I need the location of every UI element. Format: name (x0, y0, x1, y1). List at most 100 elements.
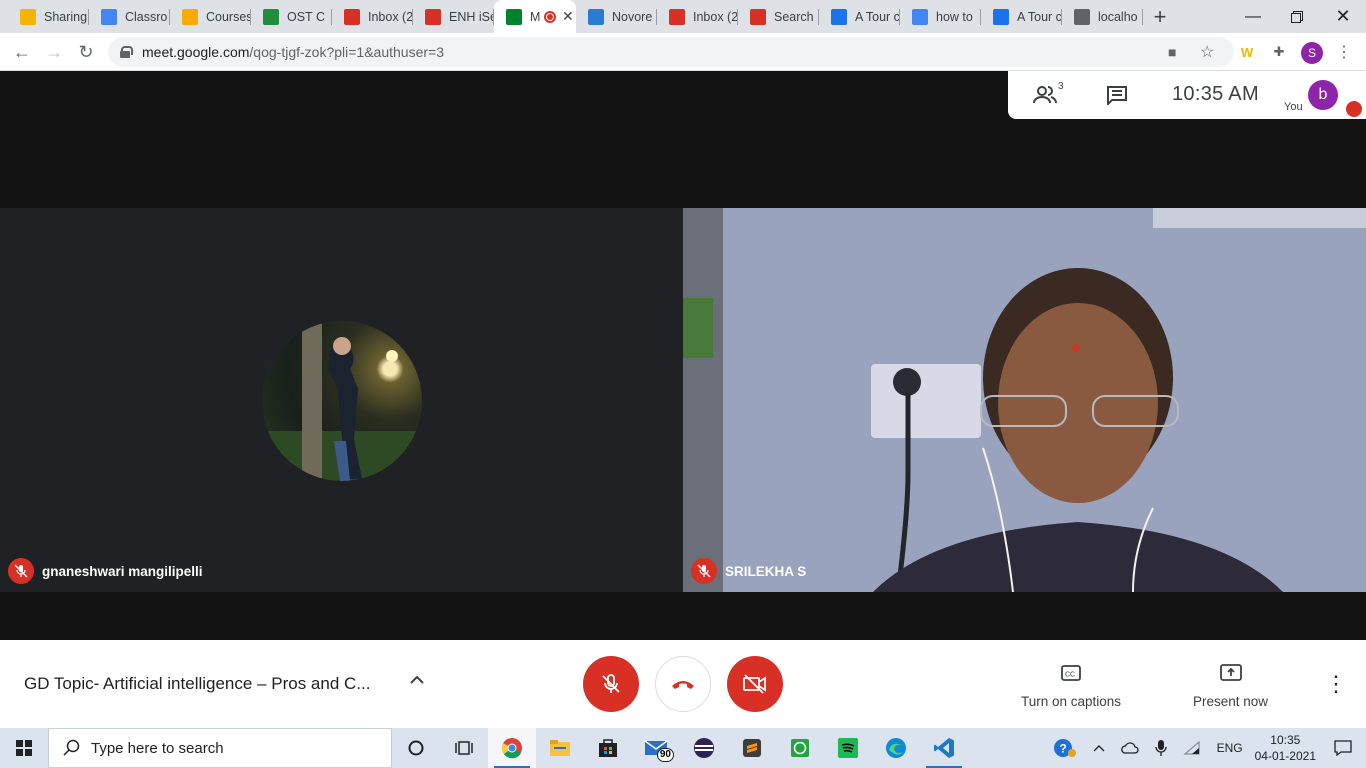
tab-label: Inbox (2 (368, 9, 412, 24)
camera-in-use-icon[interactable]: ■ (1168, 44, 1176, 60)
forward-arrow-icon[interactable]: → (40, 38, 68, 66)
profile-avatar[interactable]: S (1301, 42, 1323, 64)
tab-label: A Tour c (1017, 9, 1061, 24)
windows-start-button[interactable] (0, 728, 48, 768)
onedrive-cloud-icon[interactable] (1120, 742, 1139, 754)
closed-captions-icon: CC (1061, 665, 1081, 681)
taskbar-clock[interactable]: 10:35 04-01-2021 (1255, 732, 1316, 764)
browser-tab[interactable]: M ✕ (494, 0, 576, 33)
restore-button[interactable] (1274, 0, 1320, 33)
participant-video-frame (683, 208, 1366, 592)
close-window-button[interactable]: ✕ (1320, 0, 1366, 33)
notifications-icon[interactable] (1334, 740, 1352, 756)
gmail-icon (344, 8, 360, 25)
people-icon[interactable] (1032, 83, 1058, 107)
windows-logo-icon (16, 740, 32, 756)
google-icon (101, 8, 117, 25)
microphone-icon[interactable] (1154, 739, 1167, 757)
browser-tab[interactable]: A Tour c (981, 0, 1062, 33)
participant-name: SRILEKHA S (725, 563, 807, 579)
new-tab-button[interactable]: + (1143, 0, 1177, 33)
browser-tab[interactable]: OST C (251, 0, 332, 33)
browser-tab[interactable]: A Tour c (819, 0, 900, 33)
spotify-icon[interactable] (824, 728, 872, 768)
address-bar[interactable]: meet.google.com/qog-tjgf-zok?pli=1&authu… (108, 37, 1234, 67)
meeting-title[interactable]: GD Topic- Artificial intelligence – Pros… (24, 674, 394, 694)
bookmark-star-icon[interactable]: ☆ (1200, 42, 1214, 62)
browser-tab[interactable]: ENH iSe (413, 0, 494, 33)
self-mic-off-icon (1346, 101, 1362, 117)
browser-tab[interactable]: Search (738, 0, 819, 33)
chevron-up-icon[interactable] (1093, 744, 1105, 752)
browser-tab[interactable]: localho (1062, 0, 1143, 33)
file-explorer-icon[interactable] (536, 728, 584, 768)
cortana-icon[interactable] (392, 728, 440, 768)
tab-label: how to (936, 9, 973, 24)
browser-tab[interactable]: Novore (576, 0, 657, 33)
camera-toggle-button[interactable] (727, 656, 783, 712)
google-icon (912, 8, 928, 25)
browser-tab[interactable]: Classro (89, 0, 170, 33)
participant-name-tag: SRILEKHA S (691, 558, 806, 584)
present-now-button[interactable]: Present now (1193, 662, 1268, 709)
extension-w-icon[interactable]: W (1237, 42, 1257, 62)
search-placeholder: Type here to search (91, 739, 224, 757)
chat-icon[interactable] (1104, 83, 1130, 107)
chrome-icon[interactable] (488, 728, 536, 768)
browser-tab[interactable]: Courses (170, 0, 251, 33)
tab-label: ENH iSe (449, 9, 493, 24)
self-avatar[interactable]: b (1308, 80, 1338, 110)
meeting-clock: 10:35 AM (1172, 83, 1259, 105)
leave-call-button[interactable] (655, 656, 711, 712)
minimize-button[interactable]: — (1230, 0, 1276, 33)
classroom-icon (182, 8, 198, 25)
participant-tile-2[interactable]: SRILEKHA S (683, 208, 1366, 592)
taskbar-search[interactable]: Type here to search (48, 728, 392, 768)
whatsapp-icon[interactable] (776, 728, 824, 768)
browser-tab[interactable]: Inbox (2 (332, 0, 413, 33)
taskbar-time: 10:35 (1270, 733, 1301, 747)
mail-badge: 90 (656, 748, 674, 762)
tab-label: OST C (287, 9, 325, 24)
extensions-puzzle-icon[interactable]: ✚ (1269, 42, 1289, 62)
tab-label: Inbox (2 (693, 9, 737, 24)
sublime-text-icon[interactable] (728, 728, 776, 768)
edge-icon[interactable] (872, 728, 920, 768)
restore-icon (1291, 10, 1303, 23)
you-label: You (1284, 101, 1303, 113)
tab-label: localho (1098, 9, 1138, 24)
meeting-controls-bar: GD Topic- Artificial intelligence – Pros… (0, 640, 1366, 728)
chevron-up-icon[interactable] (410, 672, 424, 688)
eclipse-icon[interactable] (680, 728, 728, 768)
participant-count: 3 (1058, 81, 1064, 92)
language-indicator[interactable]: ENG (1217, 741, 1243, 755)
browser-menu-icon[interactable]: ⋮ (1334, 42, 1354, 62)
mail-icon[interactable]: 90 (632, 728, 680, 768)
captions-label: Turn on captions (1021, 694, 1122, 709)
recording-indicator-icon (544, 10, 556, 23)
participant-tile-1[interactable]: gnaneshwari mangilipelli (0, 208, 683, 592)
reload-icon[interactable]: ↻ (72, 38, 100, 66)
more-options-icon[interactable]: ⋮ (1325, 670, 1347, 698)
globe-icon (1074, 8, 1090, 25)
help-icon[interactable]: ? (1053, 738, 1077, 758)
close-tab-icon[interactable]: ✕ (562, 8, 574, 25)
browser-tab[interactable]: Sharing (8, 0, 89, 33)
vscode-icon[interactable] (920, 728, 968, 768)
meet-icon (506, 8, 522, 25)
site-icon (993, 8, 1009, 25)
captions-button[interactable]: CC Turn on captions (1021, 662, 1121, 709)
browser-tab[interactable]: Inbox (2 (657, 0, 738, 33)
microphone-toggle-button[interactable] (583, 656, 639, 712)
task-view-icon[interactable] (440, 728, 488, 768)
hang-up-icon (672, 681, 694, 689)
taskbar-date: 04-01-2021 (1254, 749, 1316, 763)
wifi-icon[interactable] (1182, 741, 1201, 755)
gmail-icon (750, 8, 766, 25)
browser-toolbar: ← → ↻ meet.google.com/qog-tjgf-zok?pli=1… (0, 33, 1366, 71)
browser-tab[interactable]: how to (900, 0, 981, 33)
classroom-icon (263, 8, 279, 25)
back-arrow-icon[interactable]: ← (8, 38, 36, 66)
microsoft-store-icon[interactable] (584, 728, 632, 768)
tab-label: M (530, 9, 540, 24)
